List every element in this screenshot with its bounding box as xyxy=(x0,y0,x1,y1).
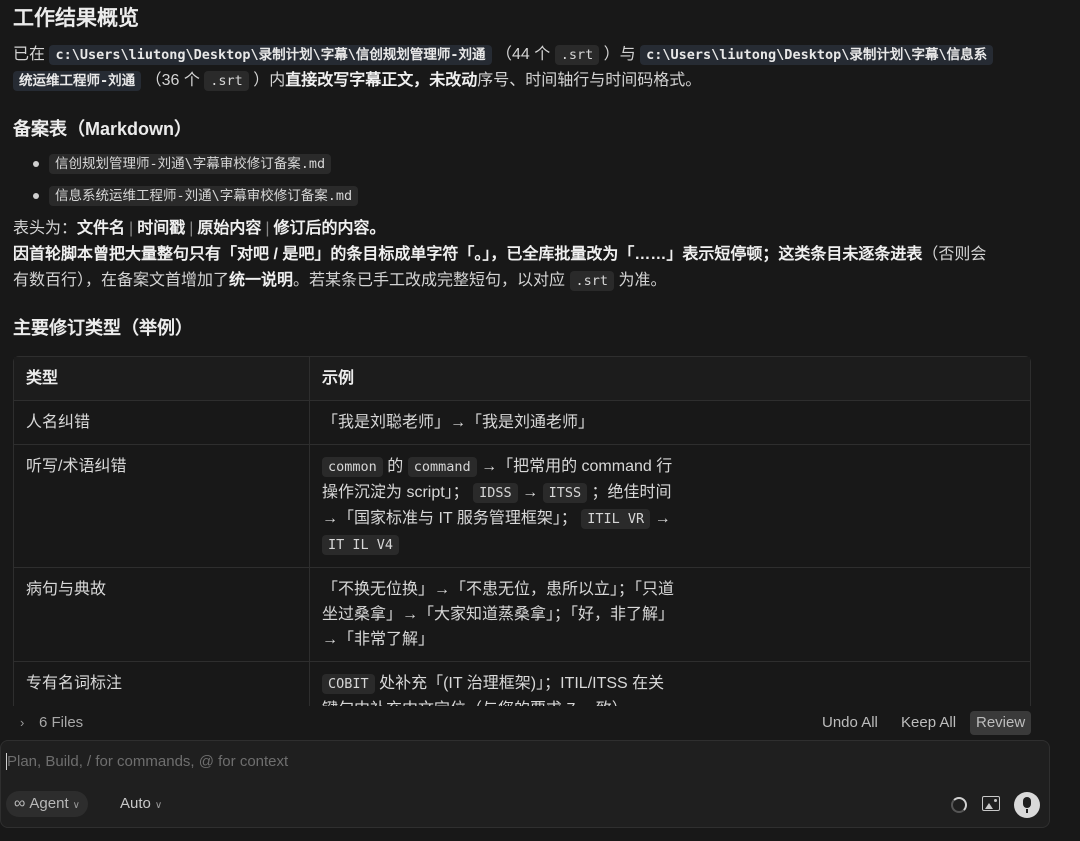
agent-mode-button[interactable]: ∞ Agent ∨ xyxy=(6,791,88,817)
list-item: 信息系统运维工程师-刘通\字幕审校修订备案.md xyxy=(33,183,359,215)
table-row: 人名纠错 「我是刘聪老师」→「我是刘通老师」 xyxy=(14,401,1030,445)
path-code: c:\Users\liutong\Desktop\录制计划\字幕\信息系 xyxy=(640,45,994,65)
intro-line-1: 已在 c:\Users\liutong\Desktop\录制计划\字幕\信创规划… xyxy=(13,42,994,68)
infinity-icon: ∞ xyxy=(14,795,26,812)
revision-table: 类型 示例 人名纠错 「我是刘聪老师」→「我是刘通老师」 听写/术语纠错 com… xyxy=(13,356,1031,732)
ext-code: .srt xyxy=(554,45,600,65)
intro-line-2: 统运维工程师-刘通 （36 个 .srt ）内直接改写字幕正文，未改动序号、时间… xyxy=(13,68,701,94)
page-title: 工作结果概览 xyxy=(13,7,139,30)
changed-files-bar: › 6 Files Undo All Keep All Review xyxy=(6,706,1036,740)
microphone-icon[interactable] xyxy=(1014,792,1040,818)
table-header-row: 类型 示例 xyxy=(14,357,1030,401)
column-header-type: 类型 xyxy=(14,357,310,401)
backup-file-list: 信创规划管理师-刘通\字幕审校修订备案.md 信息系统运维工程师-刘通\字幕审校… xyxy=(33,151,359,215)
chat-composer[interactable]: Plan, Build, / for commands, @ for conte… xyxy=(0,740,1050,828)
files-count[interactable]: 6 Files xyxy=(39,714,83,731)
table-row: 听写/术语纠错 common 的 command →「把常用的 command … xyxy=(14,445,1030,568)
undo-all-button[interactable]: Undo All xyxy=(816,711,884,735)
chevron-right-icon[interactable]: › xyxy=(20,715,24,730)
loading-spinner-icon xyxy=(951,797,967,813)
path-code: 统运维工程师-刘通 xyxy=(13,71,142,91)
column-header-example: 示例 xyxy=(310,357,1030,401)
ext-code: .srt xyxy=(569,271,615,291)
prompt-input[interactable]: Plan, Build, / for commands, @ for conte… xyxy=(6,753,288,770)
ext-code: .srt xyxy=(204,71,249,91)
section-heading-revisions: 主要修订类型（举例） xyxy=(13,318,193,338)
chevron-down-icon: ∨ xyxy=(154,800,163,811)
note-line-2: 有数百行），在备案文首增加了统一说明。若某条已手工改成完整短句，以对应 .srt… xyxy=(13,271,667,291)
image-icon[interactable] xyxy=(982,796,1000,811)
table-header-note: 表头为：文件名 | 时间戳 | 原始内容 | 修订后的内容。 xyxy=(13,220,386,237)
review-button[interactable]: Review xyxy=(970,711,1032,735)
keep-all-button[interactable]: Keep All xyxy=(895,711,962,735)
list-item: 信创规划管理师-刘通\字幕审校修订备案.md xyxy=(33,151,358,183)
path-code: c:\Users\liutong\Desktop\录制计划\字幕\信创规划管理师… xyxy=(49,45,492,65)
note-line-1: 因首轮脚本曾把大量整句只有「对吧 / 是吧」的条目标成单字符「。」，已全库批量改… xyxy=(13,246,987,263)
section-heading-backup: 备案表（Markdown） xyxy=(13,119,193,139)
model-select[interactable]: Auto ∨ xyxy=(120,795,162,812)
chevron-down-icon: ∨ xyxy=(72,800,80,811)
table-row: 病句与典故 「不换无位换」→「不患无位，患所以立」；「只道坐过桑拿」→「大家知道… xyxy=(14,568,1030,662)
